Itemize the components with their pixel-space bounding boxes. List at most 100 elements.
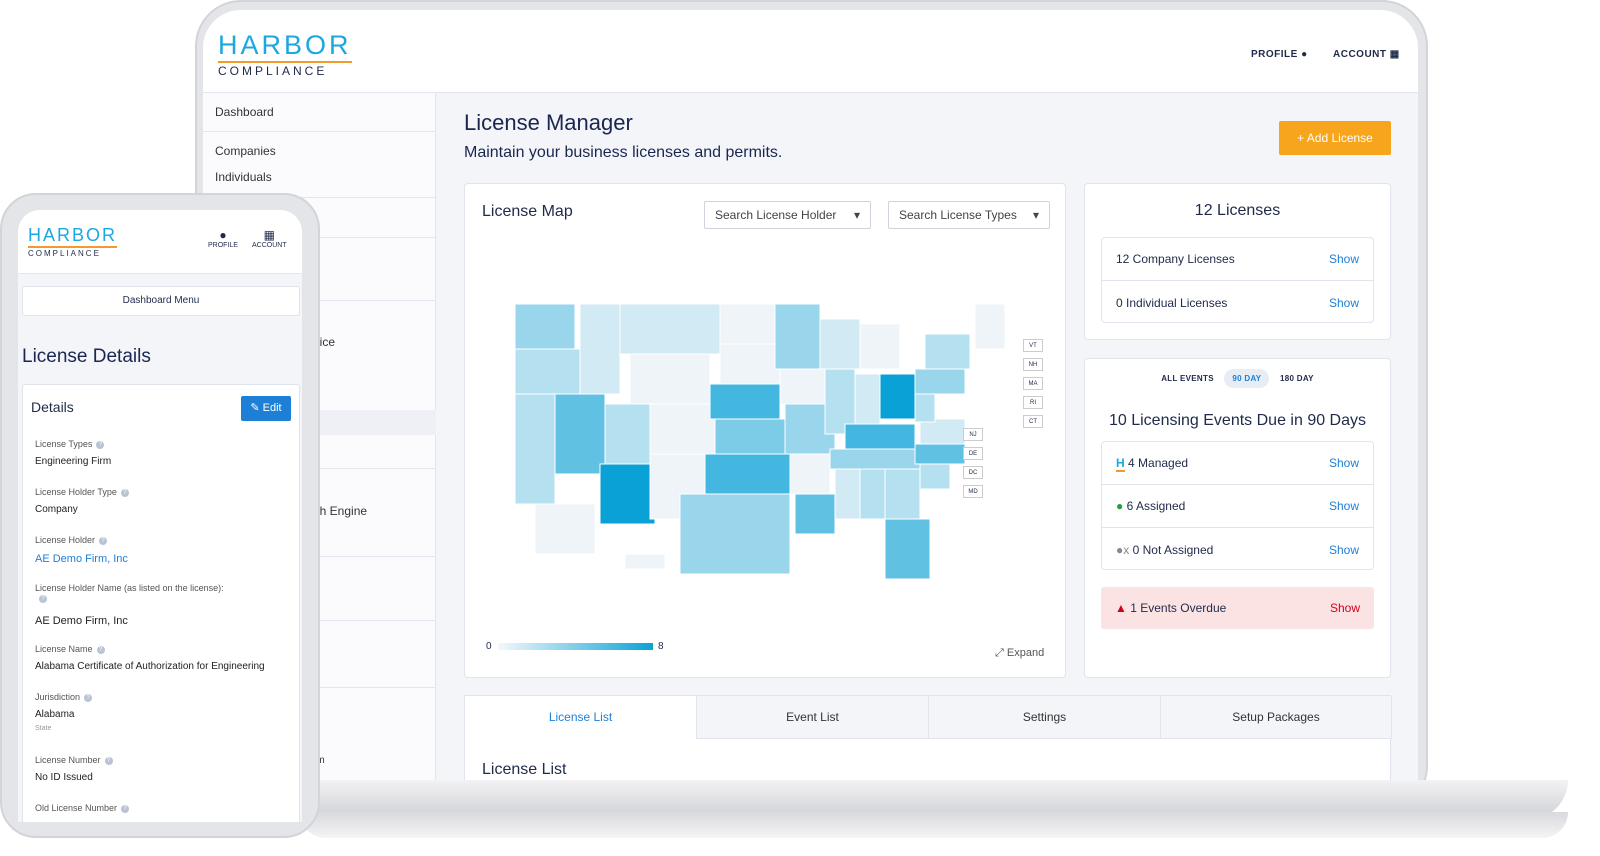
field-value[interactable]: AE Demo Firm, Inc <box>35 553 128 565</box>
state-ar[interactable] <box>789 453 831 495</box>
state-label-ri[interactable]: RI <box>1023 396 1043 409</box>
account-link[interactable]: ACCOUNT ▦ <box>1333 49 1400 60</box>
license-holder-select[interactable]: Search License Holder ▾ <box>704 201 871 229</box>
filter-all-events[interactable]: ALL EVENTS <box>1153 369 1222 388</box>
state-ok[interactable] <box>704 453 791 495</box>
state-la[interactable] <box>794 493 836 535</box>
tab-license-list[interactable]: License List <box>465 696 697 739</box>
state-ms[interactable] <box>834 468 861 520</box>
state-wv[interactable] <box>914 393 936 423</box>
show-link[interactable]: Show <box>1329 456 1359 470</box>
account-label: ACCOUNT <box>1333 49 1387 60</box>
tabs-panel: License List Event List Settings Setup P… <box>464 695 1392 780</box>
state-label-de[interactable]: DE <box>963 447 983 460</box>
state-pa[interactable] <box>914 368 966 395</box>
state-ca[interactable] <box>514 393 556 505</box>
state-mi[interactable] <box>859 323 901 370</box>
license-list-title: License List <box>482 761 567 778</box>
state-or[interactable] <box>514 348 581 395</box>
us-choropleth-map[interactable] <box>465 284 1067 604</box>
tab-event-list[interactable]: Event List <box>697 696 929 739</box>
help-icon[interactable]: ? <box>121 804 130 813</box>
state-wi[interactable] <box>819 318 861 370</box>
state-label-nh[interactable]: NH <box>1023 358 1043 371</box>
row-label: 6 Assigned <box>1126 499 1186 513</box>
state-in[interactable] <box>854 373 881 425</box>
help-icon[interactable]: ? <box>104 756 113 765</box>
state-az[interactable] <box>599 463 656 525</box>
state-ks[interactable] <box>714 418 786 455</box>
profile-link[interactable]: PROFILE ● <box>1251 49 1308 60</box>
state-nv[interactable] <box>554 393 606 475</box>
help-icon[interactable]: ? <box>84 693 93 702</box>
state-id[interactable] <box>579 303 621 395</box>
state-label-vt[interactable]: VT <box>1023 339 1043 352</box>
show-link[interactable]: Show <box>1329 543 1359 557</box>
state-ut[interactable] <box>604 403 651 465</box>
state-label-nj[interactable]: NJ <box>963 428 983 441</box>
tab-setup-packages[interactable]: Setup Packages <box>1161 696 1392 739</box>
state-me[interactable] <box>974 303 1006 350</box>
mobile-logo[interactable]: HARBOR COMPLIANCE <box>28 225 118 258</box>
show-link[interactable]: Show <box>1329 252 1359 266</box>
state-va[interactable] <box>919 418 966 445</box>
help-icon[interactable]: ? <box>39 594 47 603</box>
state-wa[interactable] <box>514 303 576 350</box>
filter-90-day[interactable]: 90 DAY <box>1224 369 1270 388</box>
state-ne[interactable] <box>709 383 781 420</box>
state-label-dc[interactable]: DC <box>963 466 983 479</box>
logo[interactable]: HARBOR COMPLIANCE <box>218 30 352 78</box>
state-fl[interactable] <box>884 518 931 580</box>
details-card: Details ✎ Edit License Types? Engineering… <box>22 384 300 822</box>
state-nc[interactable] <box>914 443 966 465</box>
help-icon[interactable]: ? <box>96 645 105 654</box>
state-tx[interactable] <box>679 493 791 575</box>
overdue-show-link[interactable]: Show <box>1330 601 1360 615</box>
license-type-select[interactable]: Search License Types ▾ <box>888 201 1050 229</box>
state-sd[interactable] <box>719 343 781 385</box>
state-ak[interactable] <box>534 503 596 555</box>
state-tn[interactable] <box>829 448 921 470</box>
dashboard-menu-button[interactable]: Dashboard Menu <box>22 286 300 316</box>
state-mt[interactable] <box>619 303 721 355</box>
expand-button[interactable]: ⤢ Expand <box>995 647 1044 660</box>
state-ky[interactable] <box>844 423 916 450</box>
state-al[interactable] <box>859 468 886 520</box>
mobile-profile-link[interactable]: ● PROFILE <box>208 228 238 249</box>
profile-label: PROFILE <box>1251 49 1298 60</box>
sidebar-item-companies[interactable]: Companies <box>215 144 276 158</box>
grid-icon: ▦ <box>1389 49 1400 60</box>
sidebar-item-individuals[interactable]: Individuals <box>215 170 272 184</box>
show-link[interactable]: Show <box>1329 499 1359 513</box>
field-label: License Types? <box>35 439 225 449</box>
state-label-ma[interactable]: MA <box>1023 377 1043 390</box>
help-icon[interactable]: ? <box>99 536 108 545</box>
state-co[interactable] <box>649 403 716 455</box>
state-label-md[interactable]: MD <box>963 485 983 498</box>
state-ny[interactable] <box>924 333 971 370</box>
state-hi[interactable] <box>624 553 666 570</box>
row-label: 12 Company Licenses <box>1116 252 1235 266</box>
state-label-ct[interactable]: CT <box>1023 415 1043 428</box>
state-oh[interactable] <box>879 373 916 420</box>
add-license-button[interactable]: + Add License <box>1279 121 1391 155</box>
mobile-app: HARBOR COMPLIANCE ● PROFILE ▦ ACCOUNT Dash… <box>18 210 302 822</box>
help-icon[interactable]: ? <box>96 440 105 449</box>
edit-button[interactable]: ✎ Edit <box>241 396 291 421</box>
state-nd[interactable] <box>719 303 776 345</box>
state-sc[interactable] <box>919 463 951 490</box>
tab-settings[interactable]: Settings <box>929 696 1161 739</box>
state-ga[interactable] <box>884 468 921 520</box>
state-wy[interactable] <box>629 353 711 405</box>
state-mn[interactable] <box>774 303 821 370</box>
mobile-account-link[interactable]: ▦ ACCOUNT <box>252 228 287 249</box>
help-icon[interactable]: ? <box>120 488 129 497</box>
logo-compliance: COMPLIANCE <box>218 61 352 78</box>
field-label-text: License Holder Name (as listed on the li… <box>35 583 224 593</box>
state-ia[interactable] <box>779 368 826 405</box>
sidebar-item-dashboard[interactable]: Dashboard <box>215 105 274 119</box>
event-filters: ALL EVENTS 90 DAY 180 DAY <box>1085 369 1390 388</box>
field-label: Jurisdiction? <box>35 692 225 702</box>
show-link[interactable]: Show <box>1329 296 1359 310</box>
filter-180-day[interactable]: 180 DAY <box>1272 369 1322 388</box>
